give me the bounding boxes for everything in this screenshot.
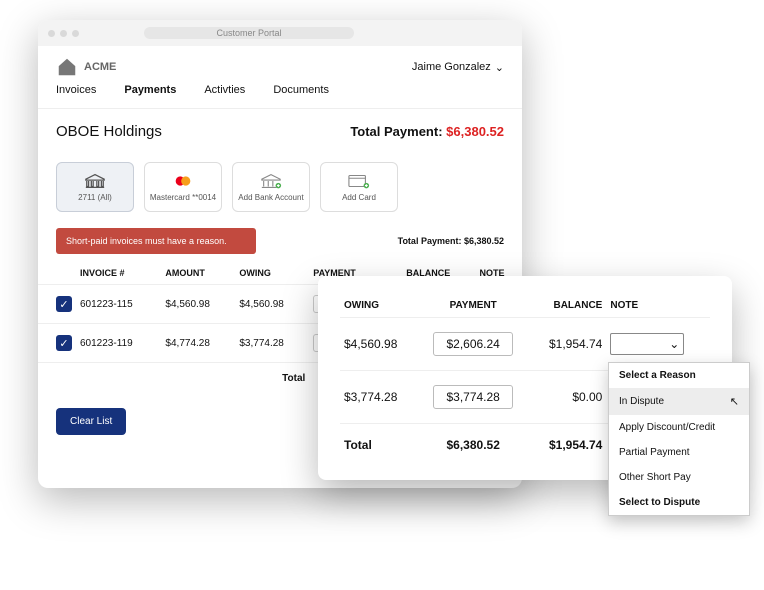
col-note: NOTE [606,294,710,318]
total-payment: Total Payment: $6,380.52 [350,124,504,139]
sub-total: Total Payment: $6,380.52 [398,236,504,246]
total-balance: $1,954.74 [529,424,607,467]
invoice-amount: $4,774.28 [161,324,235,363]
clear-list-button[interactable]: Clear List [56,408,126,435]
owing-cell: $3,774.28 [340,371,418,424]
user-menu[interactable]: Jaime Gonzalez ⌄ [412,61,504,74]
tab-documents[interactable]: Documents [273,84,329,100]
dropdown-footer: Select to Dispute [609,490,749,515]
payment-method-label: 2711 (All) [78,193,112,202]
cursor-icon: ↖ [730,395,739,408]
alert-banner: Short-paid invoices must have a reason. [56,228,256,254]
detail-overlay: OWING PAYMENT BALANCE NOTE $4,560.98 $2,… [318,276,732,480]
payment-method-label: Add Bank Account [238,193,303,202]
window-dot [48,30,55,37]
invoice-num: 601223-115 [76,285,161,324]
chevron-down-icon: ⌄ [495,61,504,74]
bank-add-icon [260,173,282,189]
total-payment: $6,380.52 [418,424,529,467]
dropdown-header: Select a Reason [609,363,749,388]
brand-name: ACME [84,61,116,73]
payment-method-label: Add Card [342,193,376,202]
browser-chrome: Customer Portal [38,20,522,46]
header: ACME Jaime Gonzalez ⌄ [38,46,522,84]
dropdown-option-apply-discount[interactable]: Apply Discount/Credit [609,415,749,440]
alert-row: Short-paid invoices must have a reason. … [38,228,522,256]
tab-activities[interactable]: Activties [204,84,245,100]
row-checkbox[interactable]: ✓ [56,296,72,312]
invoice-num: 601223-119 [76,324,161,363]
col-invoice: INVOICE # [76,262,161,285]
row-checkbox[interactable]: ✓ [56,335,72,351]
owing-cell: $4,560.98 [340,318,418,371]
balance-cell: $1,954.74 [529,318,607,371]
brand-logo: ACME [56,56,116,78]
note-select[interactable]: ⌄ [610,333,684,355]
col-owing: OWING [235,262,309,285]
table-header-row: OWING PAYMENT BALANCE NOTE [340,294,710,318]
mastercard-icon [172,173,194,189]
tab-invoices[interactable]: Invoices [56,84,96,100]
window-dot [72,30,79,37]
invoice-owing: $4,560.98 [235,285,309,324]
total-payment-label: Total Payment: [350,124,442,139]
user-name: Jaime Gonzalez [412,61,491,73]
nav-tabs: Invoices Payments Activties Documents [38,84,522,109]
dropdown-option-partial-payment[interactable]: Partial Payment [609,440,749,465]
add-bank-account[interactable]: Add Bank Account [232,162,310,212]
tab-payments[interactable]: Payments [124,84,176,100]
home-icon [56,56,78,78]
chevron-down-icon: ⌄ [669,337,679,351]
invoice-owing: $3,774.28 [235,324,309,363]
payment-method-label: Mastercard **0014 [150,193,216,202]
total-label: Total [235,363,309,395]
customer-name: OBOE Holdings [56,123,162,140]
window-dot [60,30,67,37]
col-amount: AMOUNT [161,262,235,285]
bank-icon [84,173,106,189]
title-row: OBOE Holdings Total Payment: $6,380.52 [38,109,522,154]
card-add-icon [348,173,370,189]
payment-input[interactable]: $2,606.24 [433,332,513,356]
col-balance: BALANCE [529,294,607,318]
payment-methods: 2711 (All) Mastercard **0014 Add Bank Ac… [38,154,522,228]
dropdown-option-other-short-pay[interactable]: Other Short Pay [609,465,749,490]
total-payment-amount: $6,380.52 [446,124,504,139]
balance-cell: $0.00 [529,371,607,424]
dropdown-option-label: In Dispute [619,396,664,407]
invoice-amount: $4,560.98 [161,285,235,324]
total-label: Total [340,424,418,467]
url-bar: Customer Portal [144,27,354,39]
add-card[interactable]: Add Card [320,162,398,212]
reason-dropdown: Select a Reason In Dispute ↖ Apply Disco… [608,362,750,516]
col-owing: OWING [340,294,418,318]
payment-method-bank[interactable]: 2711 (All) [56,162,134,212]
col-payment: PAYMENT [418,294,529,318]
payment-input[interactable]: $3,774.28 [433,385,513,409]
dropdown-option-in-dispute[interactable]: In Dispute ↖ [609,388,749,415]
payment-method-mastercard[interactable]: Mastercard **0014 [144,162,222,212]
